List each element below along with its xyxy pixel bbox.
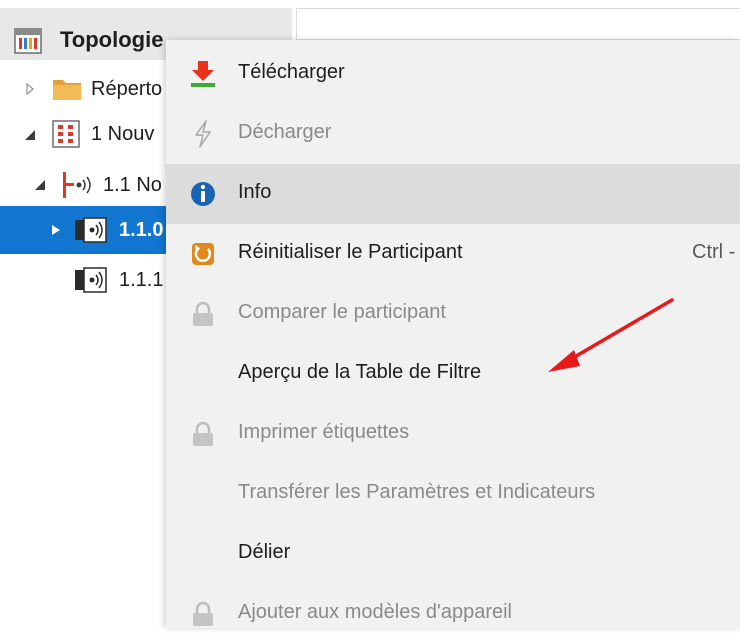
tree-item-label: 1.1.0 [119,219,164,241]
menu-item-reset-participant[interactable]: Réinitialiser le Participant Ctrl - [166,224,740,284]
menu-item-add-to-device-templates[interactable]: Ajouter aux modèles d'appareil [166,584,740,644]
editor-pane-header [296,8,740,40]
menu-item-label: Imprimer étiquettes [238,421,410,443]
menu-item-label: Réinitialiser le Participant [238,241,463,263]
tree-item-label: 1 Nouv [91,123,155,145]
menu-item-transfer-parameters[interactable]: Transférer les Paramètres et Indicateurs [166,464,740,524]
tree-item-label: Réperto [91,78,163,100]
tree-item-label: 1.1.1 [119,269,164,291]
collapse-icon[interactable] [34,179,46,191]
lock-icon [193,601,213,626]
download-icon [191,61,215,87]
menu-item-label: Aperçu de la Table de Filtre [238,361,482,383]
panel-title: Topologie [60,27,164,52]
topology-icon [14,28,42,54]
folder-icon [53,80,81,100]
menu-item-label: Transférer les Paramètres et Indicateurs [238,481,596,503]
menu-item-unload[interactable]: Décharger [166,104,740,164]
lock-icon [193,421,213,446]
expand-icon[interactable] [24,83,36,95]
menu-item-label: Comparer le participant [238,301,446,323]
expand-icon[interactable] [50,224,62,236]
menu-item-shortcut: Ctrl - [692,241,736,263]
menu-item-label: Télécharger [238,61,345,83]
device-icon [75,217,107,243]
menu-item-label: Décharger [238,121,332,143]
menu-item-label: Délier [238,541,291,563]
tree-item-label: 1.1 No [103,174,162,196]
area-icon [52,120,80,148]
lightning-icon [195,120,211,148]
menu-item-unlink[interactable]: Délier [166,524,740,584]
info-icon [191,182,215,206]
menu-item-print-labels[interactable]: Imprimer étiquettes [166,404,740,464]
menu-item-label: Info [238,181,272,203]
collapse-icon[interactable] [24,129,36,141]
menu-item-info[interactable]: Info [166,164,740,224]
device-icon [75,267,107,293]
line-icon [63,172,91,198]
lock-icon [193,301,213,326]
menu-item-download[interactable]: Télécharger [166,44,740,104]
annotation-arrow-icon [548,298,674,372]
reset-icon [192,243,214,265]
menu-item-label: Ajouter aux modèles d'appareil [238,601,512,623]
